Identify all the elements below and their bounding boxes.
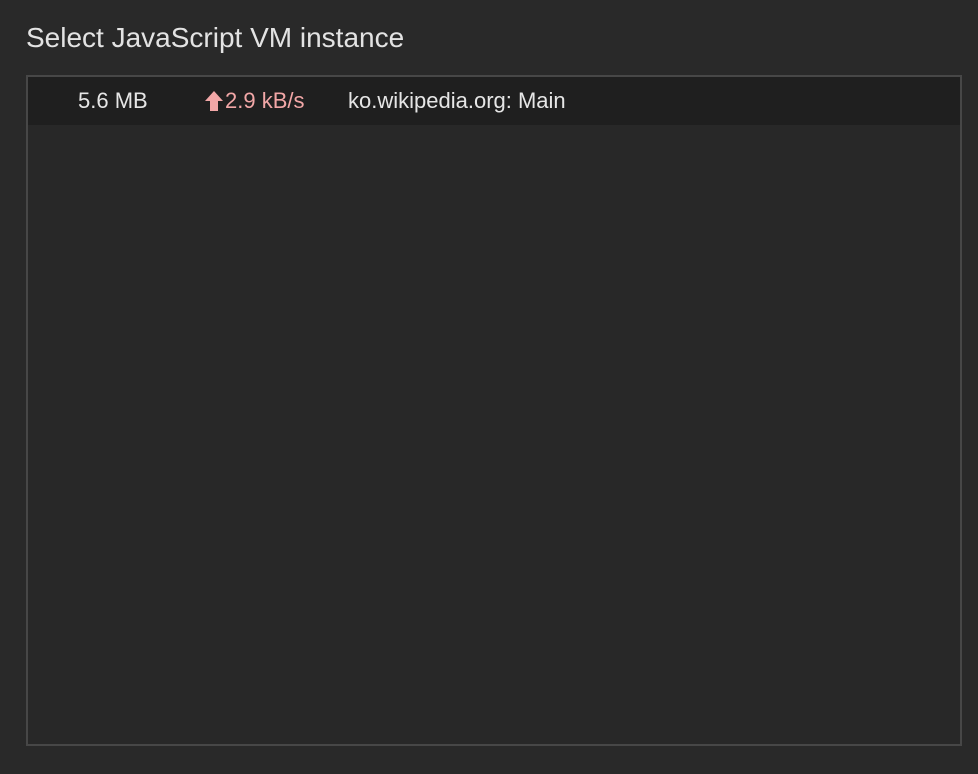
- vm-instance-row[interactable]: 5.6 MB 2.9 kB/s ko.wikipedia.org: Main: [28, 77, 960, 125]
- panel-title: Select JavaScript VM instance: [26, 22, 405, 53]
- vm-heap-size: 5.6 MB: [78, 88, 148, 113]
- vm-instance-list[interactable]: 5.6 MB 2.9 kB/s ko.wikipedia.org: Main: [26, 75, 962, 746]
- vm-selector-panel: Select JavaScript VM instance 5.6 MB 2.9…: [0, 0, 978, 774]
- vm-instance-name: ko.wikipedia.org: Main: [348, 88, 566, 113]
- up-arrow-icon: [205, 91, 223, 111]
- vm-rate-value: 2.9 kB/s: [225, 88, 305, 113]
- vm-rate: 2.9 kB/s: [204, 88, 324, 114]
